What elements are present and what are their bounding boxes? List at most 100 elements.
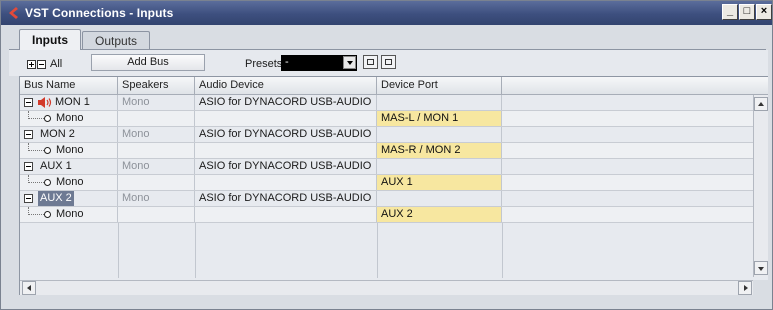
empty-cell: [502, 127, 753, 142]
tree-line: [28, 214, 44, 215]
column-header-audio-device[interactable]: Audio Device: [195, 77, 377, 95]
bus-name-cell: MON 2: [20, 127, 118, 142]
toolbar: All Add Bus Presets -: [9, 50, 768, 76]
expand-collapse-all[interactable]: All: [27, 58, 62, 70]
tab-outputs[interactable]: Outputs: [82, 31, 151, 50]
device-port-cell[interactable]: MAS-R / MON 2: [377, 143, 502, 158]
scroll-left-button[interactable]: [22, 281, 36, 295]
channel-name-cell: Mono: [20, 175, 118, 190]
empty-cell: [502, 159, 753, 174]
column-header-bus-name[interactable]: Bus Name: [20, 77, 118, 95]
bus-name[interactable]: MON 1: [55, 95, 90, 110]
table-row[interactable]: Mono MAS-L / MON 1: [20, 111, 753, 127]
empty-cell: [502, 175, 753, 190]
store-preset-icon[interactable]: [363, 55, 378, 69]
maximize-button[interactable]: □: [739, 4, 755, 20]
device-port-cell[interactable]: AUX 2: [377, 207, 502, 222]
scroll-up-button[interactable]: [754, 97, 768, 111]
table-row[interactable]: Mono AUX 1: [20, 175, 753, 191]
expand-all-icon[interactable]: [27, 59, 36, 69]
audio-device-cell[interactable]: ASIO for DYNACORD USB-AUDIO: [195, 191, 377, 206]
window-title: VST Connections - Inputs: [25, 6, 174, 20]
scroll-right-button[interactable]: [738, 281, 752, 295]
presets-label: Presets: [245, 58, 283, 70]
bus-name-cell: AUX 1: [20, 159, 118, 174]
speakers-cell: Mono: [118, 95, 195, 110]
minimize-button[interactable]: _: [722, 4, 738, 20]
speakers-cell: [118, 143, 195, 158]
table-body: MON 1 Mono ASIO for DYNACORD USB-AUDIO M…: [20, 95, 753, 223]
speakers-cell: [118, 175, 195, 190]
vst-connections-window: VST Connections - Inputs _ □ × Inputs Ou…: [0, 0, 773, 310]
horizontal-scrollbar[interactable]: [20, 280, 754, 295]
empty-cell: [502, 111, 753, 126]
bus-name-selected[interactable]: AUX 2: [38, 191, 74, 206]
column-divider: [118, 223, 119, 278]
channel-name: Mono: [56, 176, 84, 188]
tree-line: [28, 150, 44, 151]
collapse-icon[interactable]: [24, 162, 33, 171]
collapse-icon[interactable]: [24, 130, 33, 139]
port-icon: [44, 211, 51, 218]
empty-cell: [502, 191, 753, 206]
column-header-speakers[interactable]: Speakers: [118, 77, 195, 95]
channel-name-cell: Mono: [20, 111, 118, 126]
chevron-down-icon: [758, 267, 764, 271]
table-row[interactable]: Mono MAS-R / MON 2: [20, 143, 753, 159]
empty-cell: [502, 207, 753, 222]
channel-name: Mono: [56, 208, 84, 220]
column-divider: [377, 223, 378, 278]
audio-device-cell: [195, 207, 377, 222]
remove-preset-icon[interactable]: [381, 55, 396, 69]
audio-device-cell[interactable]: ASIO for DYNACORD USB-AUDIO: [195, 95, 377, 110]
audio-device-cell: [195, 175, 377, 190]
vertical-scrollbar[interactable]: [753, 95, 768, 277]
add-bus-button[interactable]: Add Bus: [91, 54, 205, 71]
presets-value: -: [285, 56, 289, 68]
device-port-cell: [377, 95, 502, 110]
speakers-cell: [118, 111, 195, 126]
chevron-up-icon: [758, 102, 764, 106]
column-header-device-port[interactable]: Device Port: [377, 77, 502, 95]
empty-cell: [502, 143, 753, 158]
tab-inputs[interactable]: Inputs: [19, 29, 81, 50]
chevron-right-icon: [744, 285, 748, 291]
channel-name-cell: Mono: [20, 207, 118, 222]
collapse-all-icon[interactable]: [37, 59, 46, 69]
port-icon: [44, 179, 51, 186]
table-row[interactable]: MON 2 Mono ASIO for DYNACORD USB-AUDIO: [20, 127, 753, 143]
table-row[interactable]: AUX 1 Mono ASIO for DYNACORD USB-AUDIO: [20, 159, 753, 175]
audio-device-cell: [195, 111, 377, 126]
bus-table: Bus Name Speakers Audio Device Device Po…: [19, 76, 768, 295]
collapse-icon[interactable]: [24, 194, 33, 203]
close-button[interactable]: ×: [756, 4, 772, 20]
bus-name-cell: MON 1: [20, 95, 118, 110]
presets-dropdown[interactable]: -: [281, 55, 357, 71]
channel-name: Mono: [56, 112, 84, 124]
chevron-left-icon: [27, 285, 31, 291]
speakers-cell: Mono: [118, 127, 195, 142]
bus-name[interactable]: AUX 1: [40, 159, 72, 174]
table-row[interactable]: Mono AUX 2: [20, 207, 753, 223]
device-port-cell[interactable]: AUX 1: [377, 175, 502, 190]
port-icon: [44, 115, 51, 122]
scroll-down-button[interactable]: [754, 261, 768, 275]
device-port-cell: [377, 127, 502, 142]
all-label: All: [50, 58, 63, 70]
bus-name[interactable]: MON 2: [40, 127, 75, 142]
cubase-logo-icon: [7, 6, 19, 20]
speakers-cell: [118, 207, 195, 222]
column-divider: [502, 223, 503, 278]
column-divider: [195, 223, 196, 278]
chevron-down-icon[interactable]: [343, 56, 356, 69]
channel-name-cell: Mono: [20, 143, 118, 158]
collapse-icon[interactable]: [24, 98, 33, 107]
table-row[interactable]: MON 1 Mono ASIO for DYNACORD USB-AUDIO: [20, 95, 753, 111]
table-row[interactable]: AUX 2 Mono ASIO for DYNACORD USB-AUDIO: [20, 191, 753, 207]
audio-device-cell[interactable]: ASIO for DYNACORD USB-AUDIO: [195, 159, 377, 174]
device-port-cell[interactable]: MAS-L / MON 1: [377, 111, 502, 126]
bus-name-cell: AUX 2: [20, 191, 118, 206]
speakers-cell: Mono: [118, 191, 195, 206]
title-bar[interactable]: VST Connections - Inputs _ □ ×: [1, 1, 772, 25]
audio-device-cell[interactable]: ASIO for DYNACORD USB-AUDIO: [195, 127, 377, 142]
